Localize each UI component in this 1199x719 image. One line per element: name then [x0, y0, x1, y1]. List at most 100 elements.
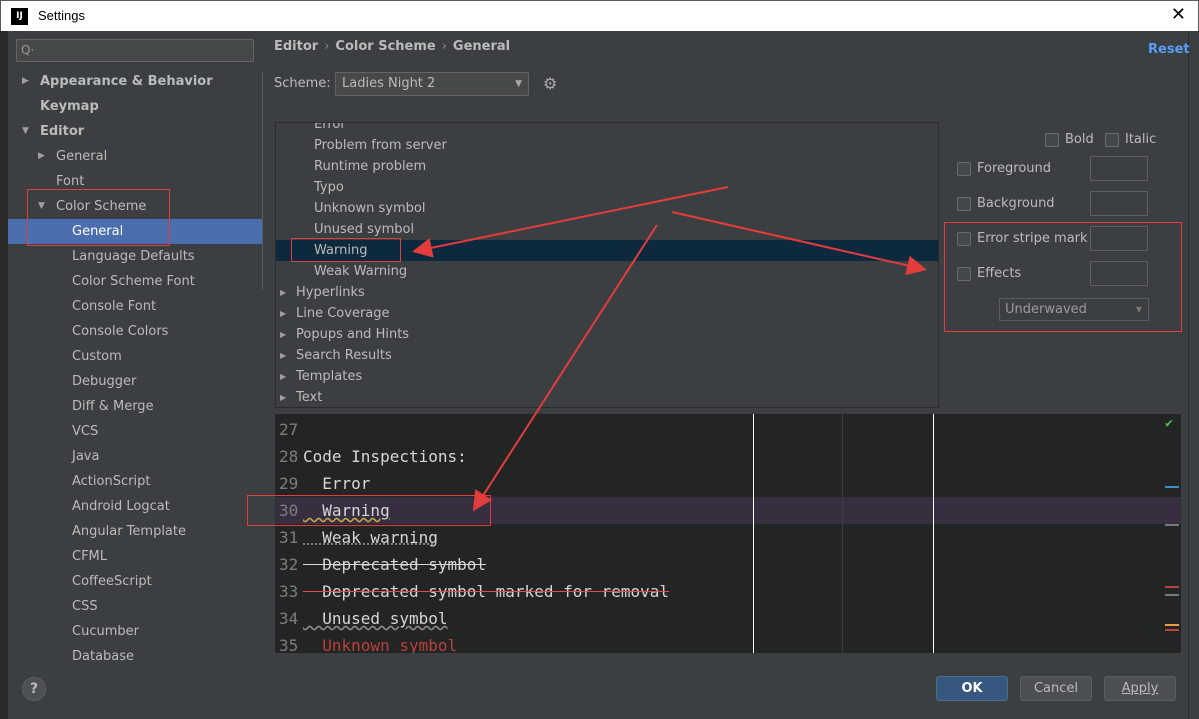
- expand-right-icon[interactable]: ▶: [280, 303, 286, 324]
- code-line[interactable]: 34 Unused symbol: [275, 605, 1181, 632]
- breadcrumb-item: Editor: [274, 39, 319, 54]
- attribute-item-unknown-symbol[interactable]: Unknown symbol: [276, 198, 938, 219]
- sidebar-item-debugger[interactable]: Debugger: [8, 369, 263, 394]
- sidebar-item-console-font[interactable]: Console Font: [8, 294, 263, 319]
- attribute-item-label: Text: [296, 390, 323, 405]
- sidebar-item-angular-template[interactable]: Angular Template: [8, 519, 263, 544]
- expand-down-icon[interactable]: ▼: [22, 119, 29, 144]
- expand-right-icon[interactable]: ▶: [280, 282, 286, 303]
- sidebar-item-android-logcat[interactable]: Android Logcat: [8, 494, 263, 519]
- effects-color-swatch[interactable]: [1090, 261, 1148, 286]
- sidebar-item-language-defaults[interactable]: Language Defaults: [8, 244, 263, 269]
- foreground-color-swatch[interactable]: [1090, 156, 1148, 181]
- sidebar-item-label: Console Font: [72, 299, 157, 314]
- scheme-label: Scheme:: [274, 76, 331, 91]
- sidebar-item-css[interactable]: CSS: [8, 594, 263, 619]
- background-checkbox[interactable]: [957, 197, 971, 211]
- attribute-item-warning[interactable]: Warning: [276, 240, 938, 261]
- attribute-item-line-coverage[interactable]: ▶ Line Coverage: [276, 303, 938, 324]
- apply-button[interactable]: Apply: [1104, 676, 1176, 701]
- italic-label: Italic: [1125, 132, 1157, 147]
- attribute-item-weak-warning[interactable]: Weak Warning: [276, 261, 938, 282]
- code-line[interactable]: 30 Warning: [275, 497, 1181, 524]
- expand-right-icon[interactable]: ▶: [280, 366, 286, 387]
- gear-icon[interactable]: ⚙: [543, 74, 557, 93]
- sidebar-item-general[interactable]: General: [8, 219, 263, 244]
- sidebar-item-font[interactable]: Font: [8, 169, 263, 194]
- attribute-item-search-results[interactable]: ▶ Search Results: [276, 345, 938, 366]
- attribute-item-label: Typo: [314, 180, 344, 195]
- help-button[interactable]: ?: [22, 677, 46, 701]
- sidebar-item-diff-merge[interactable]: Diff & Merge: [8, 394, 263, 419]
- attribute-item-text[interactable]: ▶ Text: [276, 387, 938, 407]
- expand-right-icon[interactable]: ▶: [38, 144, 45, 169]
- sidebar-item-label: Debugger: [72, 374, 137, 389]
- effects-type-dropdown[interactable]: Underwaved ▼: [999, 298, 1149, 321]
- effects-checkbox[interactable]: [957, 267, 971, 281]
- code-text: Unused symbol: [303, 605, 447, 632]
- attribute-item-typo[interactable]: Typo: [276, 177, 938, 198]
- italic-checkbox[interactable]: [1105, 133, 1119, 147]
- code-line[interactable]: 27: [275, 416, 1181, 443]
- bold-checkbox[interactable]: [1045, 133, 1059, 147]
- sidebar-item-coffeescript[interactable]: CoffeeScript: [8, 569, 263, 594]
- background-color-swatch[interactable]: [1090, 191, 1148, 216]
- code-text: Code Inspections:: [303, 443, 467, 470]
- sidebar-item-console-colors[interactable]: Console Colors: [8, 319, 263, 344]
- sidebar-item-keymap[interactable]: Keymap: [8, 94, 263, 119]
- sidebar-item-appearance-behavior[interactable]: ▶ Appearance & Behavior: [8, 69, 263, 94]
- code-token: Error: [303, 474, 371, 493]
- expand-right-icon[interactable]: ▶: [280, 387, 286, 407]
- code-line[interactable]: 35 Unknown symbol: [275, 632, 1181, 653]
- expand-right-icon[interactable]: ▶: [22, 69, 29, 94]
- error-stripe-color-swatch[interactable]: [1090, 226, 1148, 251]
- scheme-dropdown[interactable]: Ladies Night 2 ▼: [335, 72, 529, 96]
- error-stripe-marker[interactable]: [1165, 524, 1179, 526]
- attribute-item-runtime-problem[interactable]: Runtime problem: [276, 156, 938, 177]
- sidebar-scrollbar[interactable]: [262, 71, 263, 291]
- attribute-item-templates[interactable]: ▶ Templates: [276, 366, 938, 387]
- error-stripe-checkbox[interactable]: [957, 232, 971, 246]
- attribute-item-hyperlinks[interactable]: ▶ Hyperlinks: [276, 282, 938, 303]
- error-stripe-marker[interactable]: [1165, 586, 1179, 588]
- code-line[interactable]: 32 Deprecated symbol: [275, 551, 1181, 578]
- error-stripe-marker[interactable]: [1165, 629, 1179, 631]
- sidebar-item-color-scheme-font[interactable]: Color Scheme Font: [8, 269, 263, 294]
- attribute-item-popups-and-hints[interactable]: ▶ Popups and Hints: [276, 324, 938, 345]
- expand-down-icon[interactable]: ▼: [38, 194, 45, 219]
- sidebar-item-cucumber[interactable]: Cucumber: [8, 619, 263, 644]
- sidebar-item-custom[interactable]: Custom: [8, 344, 263, 369]
- error-stripe-marker[interactable]: [1165, 486, 1179, 488]
- expand-right-icon[interactable]: ▶: [280, 345, 286, 366]
- sidebar-item-vcs[interactable]: VCS: [8, 419, 263, 444]
- line-number: 33: [279, 582, 299, 601]
- attribute-item-unused-symbol[interactable]: Unused symbol: [276, 219, 938, 240]
- attribute-tree-panel: Error Problem from server Runtime problem T…: [275, 122, 939, 408]
- ok-button[interactable]: OK: [936, 676, 1008, 701]
- code-text: Unknown symbol: [303, 632, 457, 653]
- sidebar-item-general[interactable]: ▶ General: [8, 144, 263, 169]
- code-line[interactable]: 31 Weak warning: [275, 524, 1181, 551]
- cancel-button[interactable]: Cancel: [1020, 676, 1092, 701]
- sidebar-item-color-scheme[interactable]: ▼ Color Scheme: [8, 194, 263, 219]
- sidebar-item-database[interactable]: Database: [8, 644, 263, 663]
- search-input[interactable]: Q·: [16, 39, 254, 62]
- sidebar-item-label: Database: [72, 649, 135, 663]
- code-line[interactable]: 29 Error: [275, 470, 1181, 497]
- sidebar-item-java[interactable]: Java: [8, 444, 263, 469]
- sidebar-item-editor[interactable]: ▼ Editor: [8, 119, 263, 144]
- attribute-item-problem-from-server[interactable]: Problem from server: [276, 135, 938, 156]
- reset-link[interactable]: Reset: [1148, 42, 1190, 57]
- error-stripe-marker[interactable]: [1165, 594, 1179, 596]
- code-line[interactable]: 28 Code Inspections:: [275, 443, 1181, 470]
- foreground-checkbox[interactable]: [957, 162, 971, 176]
- sidebar-item-label: General: [72, 224, 124, 239]
- sidebar-item-cfml[interactable]: CFML: [8, 544, 263, 569]
- expand-right-icon[interactable]: ▶: [280, 324, 286, 345]
- error-stripe-marker[interactable]: [1165, 624, 1179, 626]
- close-icon[interactable]: ✕: [1171, 4, 1186, 25]
- sidebar-item-actionscript[interactable]: ActionScript: [8, 469, 263, 494]
- attribute-item-error[interactable]: Error: [276, 123, 938, 135]
- code-preview[interactable]: 27 28 Code Inspections: 29 Error 30 Warning 3…: [275, 414, 1181, 653]
- code-line[interactable]: 33 Deprecated symbol marked for removal: [275, 578, 1181, 605]
